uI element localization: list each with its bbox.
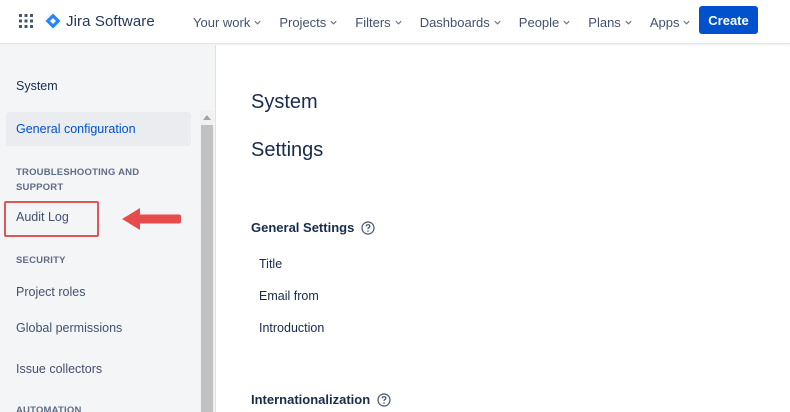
field-label-introduction: Introduction <box>259 321 325 335</box>
sidebar-section-troubleshooting: TROUBLESHOOTING AND SUPPORT <box>16 167 140 193</box>
nav-people[interactable]: People <box>519 6 571 38</box>
field-label-title: Title <box>259 257 283 271</box>
chevron-down-icon <box>254 20 261 25</box>
sidebar-heading: System <box>16 79 58 93</box>
admin-sidebar: System General configuration TROUBLESHOO… <box>0 45 216 412</box>
main-content: System Settings General Settings Title E… <box>217 45 790 412</box>
primary-nav: Your work Projects Filters Dashboards Pe… <box>193 0 708 44</box>
nav-dashboards[interactable]: Dashboards <box>420 6 502 38</box>
nav-plans[interactable]: Plans <box>588 6 633 38</box>
chevron-down-icon <box>330 20 337 25</box>
chevron-down-icon <box>494 20 501 25</box>
nav-label: People <box>518 14 560 30</box>
sidebar-item-issue-collectors[interactable]: Issue collectors <box>16 362 102 376</box>
create-button[interactable]: Create <box>699 6 758 34</box>
sidebar-scrollbar[interactable] <box>200 110 214 412</box>
sidebar-item-global-permissions[interactable]: Global permissions <box>16 321 122 335</box>
logo-text: Jira Software <box>66 12 155 30</box>
chevron-down-icon <box>563 20 570 25</box>
nav-label: Projects <box>279 14 327 30</box>
field-label-email-from: Email from <box>259 289 319 303</box>
page-subtitle: Settings <box>251 139 324 161</box>
nav-your-work[interactable]: Your work <box>193 6 262 38</box>
scroll-up-arrow-icon[interactable] <box>200 110 214 124</box>
help-circle-icon[interactable] <box>377 392 391 407</box>
sidebar-section-security: SECURITY <box>16 255 66 266</box>
nav-apps[interactable]: Apps <box>650 6 692 38</box>
scrollbar-thumb[interactable] <box>201 125 213 412</box>
nav-label: Your work <box>193 14 251 30</box>
jira-logo-icon <box>45 13 61 29</box>
internationalization-heading: Internationalization <box>251 392 391 407</box>
chevron-down-icon <box>395 20 402 25</box>
nav-filters[interactable]: Filters <box>355 6 402 38</box>
chevron-down-icon <box>625 20 632 25</box>
jira-software-logo[interactable]: Jira Software <box>45 11 155 31</box>
nav-label: Filters <box>355 14 391 30</box>
sidebar-section-automation: AUTOMATION <box>16 405 82 412</box>
chevron-down-icon <box>683 20 691 25</box>
sidebar-item-general-configuration[interactable]: General configuration <box>6 112 191 146</box>
nav-label: Dashboards <box>419 14 490 30</box>
nav-label: Plans <box>588 14 621 30</box>
help-circle-icon[interactable] <box>361 220 375 235</box>
section-title-text: General Settings <box>251 220 355 235</box>
nav-projects[interactable]: Projects <box>279 6 338 38</box>
annotation-highlight-box <box>4 201 99 237</box>
nav-label: Apps <box>649 14 680 30</box>
page-title: System <box>251 91 318 113</box>
top-navigation: Jira Software Your work Projects Filters… <box>0 0 790 44</box>
sidebar-item-project-roles[interactable]: Project roles <box>16 285 85 299</box>
section-title-text: Internationalization <box>251 392 371 407</box>
arrow-left-icon <box>122 208 181 230</box>
app-switcher-grid-icon[interactable] <box>18 13 34 29</box>
general-settings-heading: General Settings <box>251 220 375 235</box>
